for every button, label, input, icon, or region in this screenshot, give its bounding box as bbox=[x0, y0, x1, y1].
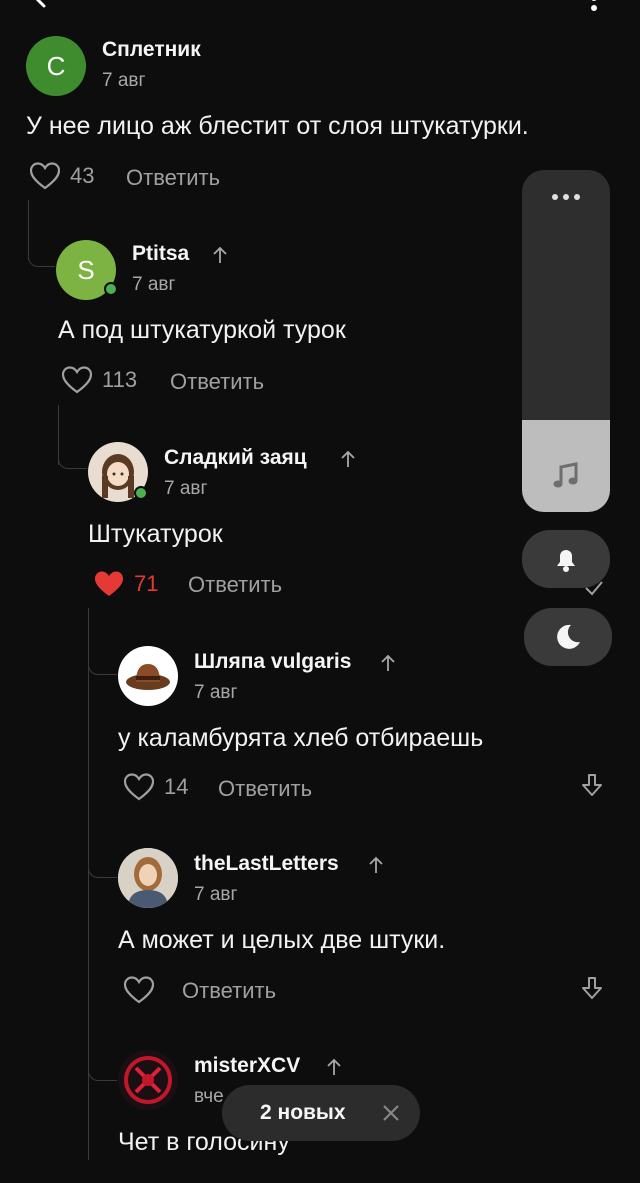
comment-text: А может и целых две штуки. bbox=[118, 926, 446, 954]
comment-date: 7 авг bbox=[194, 884, 238, 905]
arrow-up-icon bbox=[213, 246, 227, 263]
more-vertical-icon[interactable] bbox=[582, 0, 606, 18]
heart-outline-icon bbox=[124, 976, 154, 1004]
thread-branch bbox=[58, 440, 87, 469]
comment-author[interactable]: Сплетник bbox=[102, 38, 201, 62]
comment-date: 7 авг bbox=[194, 682, 238, 703]
like-count: 113 bbox=[102, 367, 138, 392]
woman-photo-avatar-icon bbox=[118, 848, 178, 908]
comment-date: 7 авг bbox=[102, 70, 146, 91]
like-button[interactable]: 43 bbox=[30, 162, 94, 190]
online-indicator bbox=[104, 282, 118, 296]
comment-text: у каламбурята хлеб отбираешь bbox=[118, 724, 484, 752]
comment-author[interactable]: Сладкий заяц bbox=[164, 446, 307, 470]
avatar[interactable] bbox=[118, 646, 178, 706]
like-button[interactable] bbox=[124, 976, 164, 1004]
heart-filled-icon bbox=[95, 571, 123, 596]
comment-date: 7 авг bbox=[132, 274, 176, 295]
moon-icon bbox=[557, 624, 580, 649]
online-indicator bbox=[134, 486, 148, 500]
arrow-up-icon bbox=[327, 1058, 341, 1075]
like-button[interactable]: 71 bbox=[94, 570, 158, 598]
like-button[interactable]: 14 bbox=[124, 773, 188, 801]
arrow-up-icon bbox=[369, 856, 383, 873]
thread-branch bbox=[88, 640, 117, 675]
hat-avatar-icon bbox=[126, 664, 170, 690]
comment-date: 7 авг bbox=[164, 478, 208, 499]
thread-branch bbox=[88, 1050, 117, 1081]
comment-author[interactable]: misterXCV bbox=[194, 1054, 300, 1078]
comment-text: Штукатурок bbox=[88, 520, 223, 548]
thread-branch bbox=[88, 845, 117, 878]
thread-line bbox=[88, 608, 89, 1160]
music-note-icon bbox=[553, 462, 578, 488]
arrow-up-icon bbox=[341, 450, 355, 467]
comment-author[interactable]: Шляпа vulgaris bbox=[194, 650, 351, 674]
reply-button[interactable]: Ответить bbox=[170, 369, 264, 395]
volume-slider[interactable] bbox=[522, 170, 610, 512]
comment-text: У нее лицо аж блестит от слоя штукатурки… bbox=[26, 112, 529, 140]
comment-date: вче bbox=[194, 1086, 224, 1107]
avatar[interactable] bbox=[118, 1050, 178, 1110]
like-count: 43 bbox=[70, 163, 95, 188]
avatar[interactable]: С bbox=[26, 36, 86, 96]
collapse-down-icon[interactable] bbox=[580, 773, 604, 799]
thread-branch bbox=[28, 230, 55, 267]
red-emblem-avatar-icon bbox=[124, 1056, 172, 1104]
like-count: 71 bbox=[134, 571, 159, 596]
comment-text: А под штукатуркой турок bbox=[58, 316, 346, 344]
new-comments-toast[interactable]: 2 новых bbox=[222, 1085, 420, 1141]
back-arrow-icon[interactable] bbox=[28, 0, 68, 16]
comment-author[interactable]: Ptitsa bbox=[132, 242, 189, 266]
collapse-down-icon[interactable] bbox=[580, 976, 604, 1002]
ringer-button[interactable] bbox=[522, 530, 610, 588]
reply-button[interactable]: Ответить bbox=[218, 776, 312, 802]
heart-outline-icon bbox=[124, 773, 154, 801]
reply-button[interactable]: Ответить bbox=[126, 165, 220, 191]
like-button[interactable]: 113 bbox=[62, 366, 137, 394]
heart-outline-icon bbox=[30, 162, 60, 190]
heart-outline-icon bbox=[62, 366, 92, 394]
avatar-initial: С bbox=[46, 50, 66, 81]
reply-button[interactable]: Ответить bbox=[182, 978, 276, 1004]
close-icon[interactable] bbox=[382, 1104, 400, 1122]
dnd-button[interactable] bbox=[524, 608, 612, 666]
bell-icon bbox=[557, 550, 575, 572]
reply-button[interactable]: Ответить bbox=[188, 572, 282, 598]
avatar-initial: S bbox=[77, 254, 95, 285]
arrow-up-icon bbox=[381, 654, 395, 671]
comment-author[interactable]: theLastLetters bbox=[194, 852, 339, 876]
like-count: 14 bbox=[164, 774, 189, 799]
more-horizontal-icon[interactable] bbox=[551, 193, 581, 201]
avatar[interactable] bbox=[118, 848, 178, 908]
toast-label: 2 новых bbox=[260, 1101, 346, 1124]
